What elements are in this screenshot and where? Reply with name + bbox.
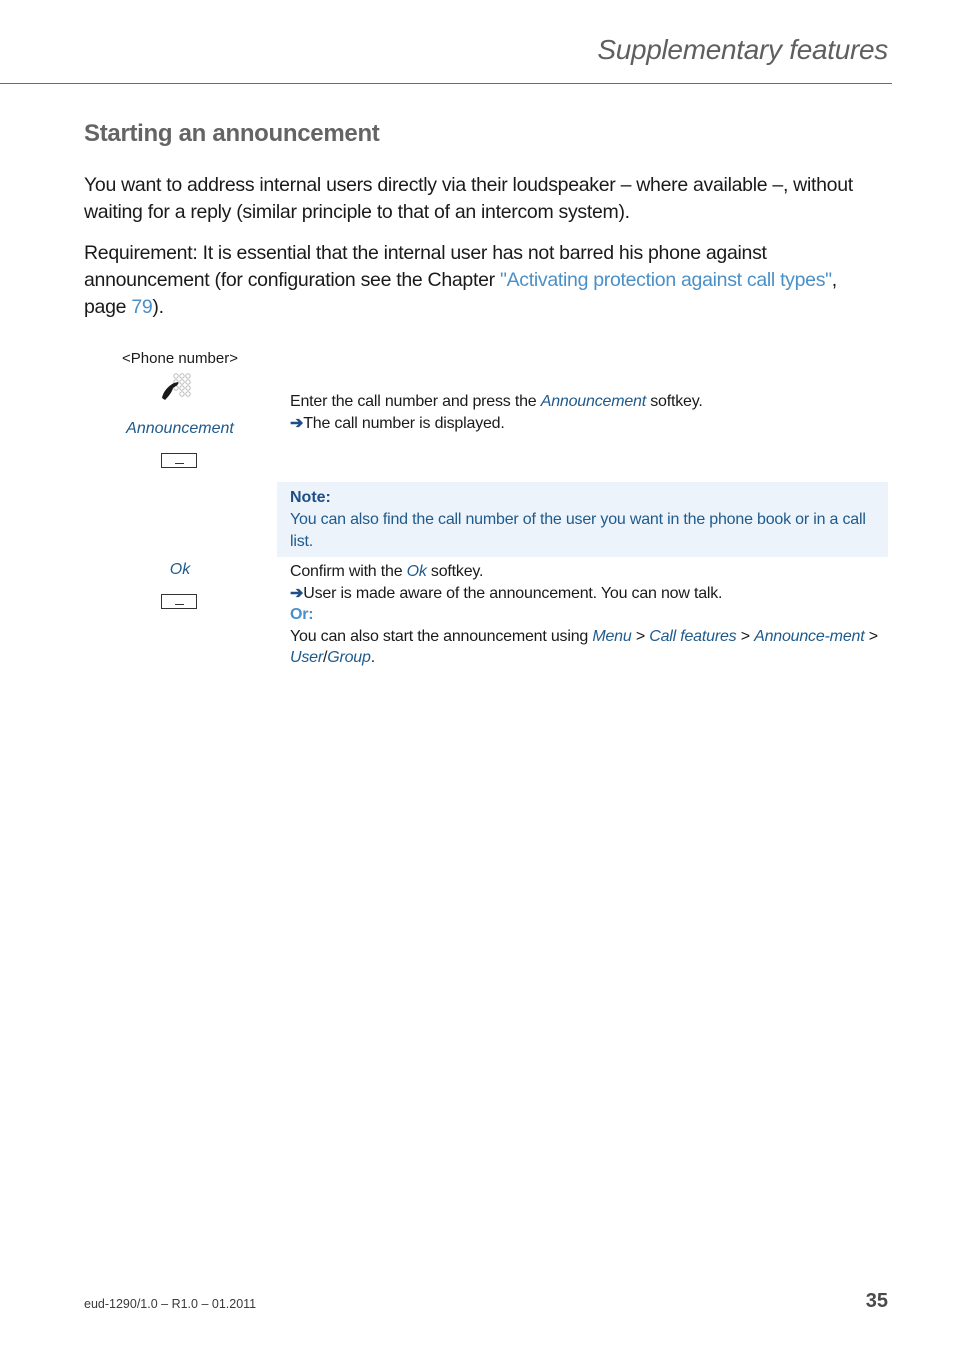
step-2-instruction: Confirm with the Ok softkey. ➔User is ma… <box>290 561 880 669</box>
result-text: User is made aware of the announcement. … <box>303 584 723 602</box>
note-text: You can also find the call number of the… <box>290 511 866 550</box>
path-end: . <box>370 649 375 666</box>
chapter-title: Supplementary features <box>597 34 888 65</box>
intro-paragraph: You want to address internal users direc… <box>84 174 853 223</box>
step-1-instruction: Enter the call number and press the Anno… <box>290 391 880 435</box>
keypad-dial-icon <box>162 373 191 400</box>
menu-item-announcement: Announce-ment <box>754 627 865 645</box>
page-number: 35 <box>865 1290 888 1312</box>
instruction-text: Confirm with the <box>290 563 407 580</box>
requirement-paragraph: Requirement: It is essential that the in… <box>84 240 884 321</box>
alternative-text: You can also start the announcement usin… <box>290 627 593 645</box>
note-box: Note: You can also find the call number … <box>277 482 888 557</box>
chapter-link[interactable]: "Activating protection against call type… <box>500 269 832 291</box>
softkey-name: Announcement <box>540 393 646 410</box>
phone-number-label: <Phone number> <box>122 350 238 367</box>
result-text: The call number is displayed. <box>303 415 505 432</box>
menu-item-user: User <box>290 649 323 666</box>
note-title: Note: <box>290 489 331 506</box>
header-divider <box>0 83 892 84</box>
softkey-icon <box>161 453 197 468</box>
path-separator: > <box>864 627 878 645</box>
document-reference: eud-1290/1.0 – R1.0 – 01.2011 <box>84 1297 257 1311</box>
requirement-end: ). <box>152 296 164 318</box>
ok-softkey-label: Ok <box>169 561 191 578</box>
path-separator: > <box>631 627 650 645</box>
page-link[interactable]: 79 <box>131 296 152 318</box>
instruction-text: Enter the call number and press the <box>290 393 541 410</box>
result-arrow-icon: ➔ <box>290 584 304 602</box>
alternative-path: You can also start the announcement usin… <box>290 626 880 669</box>
section-title: Starting an announcement <box>84 120 380 147</box>
path-separator: > <box>736 627 755 645</box>
softkey-name: Ok <box>406 563 427 580</box>
menu-item-call-features: Call features <box>649 627 737 645</box>
or-label: Or: <box>290 606 314 623</box>
result-arrow-icon: ➔ <box>290 415 304 432</box>
softkey-icon <box>161 594 197 609</box>
menu-item-menu: Menu <box>592 627 632 645</box>
instruction-text-end: softkey. <box>645 393 703 410</box>
instruction-text-end: softkey. <box>426 563 484 580</box>
menu-item-group: Group <box>327 649 371 666</box>
announcement-softkey-label: Announcement <box>126 420 234 437</box>
